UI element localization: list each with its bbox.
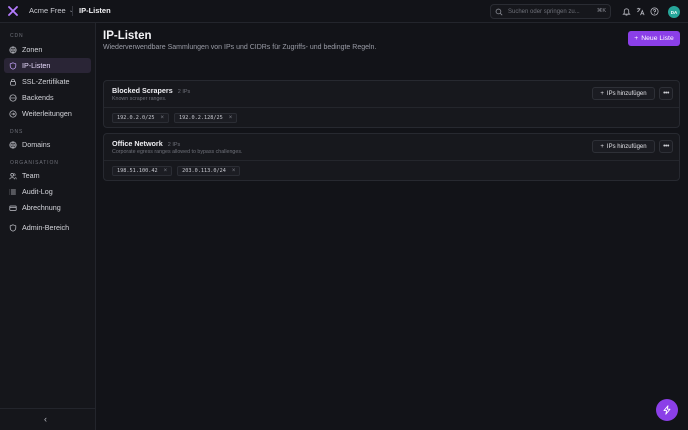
sidebar-item-zonen[interactable]: Zonen — [4, 42, 91, 57]
ip-chip: 192.0.2.0/25 × — [112, 113, 169, 123]
search-input[interactable]: Suchen oder springen zu... ⌘K — [490, 4, 611, 19]
sidebar-item-label: Team — [22, 171, 40, 180]
sidebar-item-label: SSL-Zertifikate — [22, 77, 70, 86]
sidebar-section-dns: DNS — [10, 129, 24, 135]
card-header: Office Network 2 IPs Corporate egress ran… — [104, 134, 679, 161]
org-name: Acme Free — [29, 6, 66, 15]
top-bar: Acme Free ⌄ IP-Listen Suchen oder spring… — [0, 0, 688, 23]
sidebar-item-label: Domains — [22, 140, 51, 149]
more-options-icon[interactable]: ••• — [659, 87, 673, 100]
server-icon — [9, 93, 17, 102]
search-shortcut: ⌘K — [596, 8, 606, 14]
lightning-icon — [663, 405, 671, 415]
sidebar-item-abrechnung[interactable]: Abrechnung — [4, 200, 91, 215]
list-count: 2 IPs — [177, 89, 191, 95]
sidebar-item-ip-listen[interactable]: IP-Listen — [4, 58, 91, 73]
sidebar-item-label: Weiterleitungen — [22, 109, 72, 118]
bell-icon[interactable] — [622, 7, 631, 16]
more-options-icon[interactable]: ••• — [659, 140, 673, 153]
shield-icon — [9, 223, 17, 232]
shield-icon — [9, 61, 17, 70]
list-name: Blocked Scrapers 2 IPs — [112, 86, 190, 95]
globe-icon — [9, 45, 17, 54]
ip-entries: 198.51.100.42 × 203.0.113.0/24 × — [112, 166, 241, 176]
plus-icon: + — [600, 143, 604, 150]
ip-list-card: Office Network 2 IPs Corporate egress ran… — [103, 133, 680, 181]
sidebar-item-admin-bereich[interactable]: Admin-Bereich — [4, 220, 91, 235]
add-ips-button[interactable]: + IPs hinzufügen — [592, 87, 655, 100]
new-list-label: Neue Liste — [641, 35, 674, 42]
translate-icon[interactable] — [636, 7, 645, 16]
list-description: Corporate egress ranges allowed to bypas… — [112, 149, 243, 155]
ip-value: 198.51.100.42 — [117, 168, 158, 174]
new-list-button[interactable]: + Neue Liste — [628, 31, 680, 46]
ip-list-card: Blocked Scrapers 2 IPs Known scraper rang… — [103, 80, 680, 128]
list-icon — [9, 189, 16, 194]
remove-icon[interactable]: × — [160, 115, 164, 121]
page-title: IP-Listen — [103, 30, 152, 42]
card-header: Blocked Scrapers 2 IPs Known scraper rang… — [104, 81, 679, 108]
sidebar-collapse-button[interactable]: ‹ — [0, 408, 96, 430]
sidebar-item-ssl-zertifikate[interactable]: SSL-Zertifikate — [4, 74, 91, 89]
sidebar-item-domains[interactable]: Domains — [4, 137, 91, 152]
remove-icon[interactable]: × — [232, 168, 236, 174]
org-switcher[interactable]: Acme Free ⌄ — [29, 6, 74, 15]
users-icon — [9, 172, 17, 179]
sidebar-section-cdn: CDN — [10, 33, 24, 39]
divider — [72, 6, 73, 16]
sidebar-item-backends[interactable]: Backends — [4, 90, 91, 105]
sidebar-item-weiterleitungen[interactable]: Weiterleitungen — [4, 106, 91, 121]
ip-value: 203.0.113.0/24 — [182, 168, 226, 174]
sidebar-item-label: Zonen — [22, 45, 43, 54]
sidebar-section-organisation: ORGANISATION — [10, 160, 59, 166]
sidebar-item-audit-log[interactable]: Audit-Log — [4, 184, 91, 199]
sidebar-item-label: Admin-Bereich — [22, 223, 70, 232]
sidebar-item-label: Audit-Log — [22, 187, 53, 196]
sidebar-item-label: IP-Listen — [22, 61, 51, 70]
assistant-button[interactable] — [656, 399, 678, 421]
list-name-text: Blocked Scrapers — [112, 86, 173, 95]
card-icon — [9, 205, 17, 211]
sidebar: CDN Zonen IP-Listen SSL-Zertifikate Back… — [0, 23, 96, 430]
sidebar-item-label: Backends — [22, 93, 54, 102]
ip-value: 192.0.2.128/25 — [179, 115, 223, 121]
search-placeholder: Suchen oder springen zu... — [508, 8, 580, 15]
help-icon[interactable] — [650, 7, 659, 16]
list-name-text: Office Network — [112, 139, 163, 148]
page-subtitle: Wiederverwendbare Sammlungen von IPs und… — [103, 44, 377, 51]
add-ips-label: IPs hinzufügen — [606, 143, 647, 150]
redirect-icon — [9, 109, 17, 118]
ip-chip: 192.0.2.128/25 × — [174, 113, 238, 123]
search-icon — [495, 8, 503, 15]
avatar[interactable]: DA — [668, 6, 680, 18]
lock-icon — [10, 78, 16, 86]
plus-icon: + — [634, 35, 639, 42]
sidebar-item-label: Abrechnung — [22, 203, 61, 212]
globe-icon — [9, 140, 17, 149]
list-description: Known scraper ranges. — [112, 96, 167, 102]
remove-icon[interactable]: × — [229, 115, 233, 121]
ip-value: 192.0.2.0/25 — [117, 115, 155, 121]
logo-icon[interactable] — [8, 6, 18, 16]
add-ips-button[interactable]: + IPs hinzufügen — [592, 140, 655, 153]
list-name: Office Network 2 IPs — [112, 139, 180, 148]
add-ips-label: IPs hinzufügen — [606, 90, 647, 97]
plus-icon: + — [600, 90, 604, 97]
sidebar-item-team[interactable]: Team — [4, 168, 91, 183]
remove-icon[interactable]: × — [164, 168, 168, 174]
ip-chip: 203.0.113.0/24 × — [177, 166, 241, 176]
chevron-left-icon: ‹ — [44, 414, 47, 424]
ip-entries: 192.0.2.0/25 × 192.0.2.128/25 × — [112, 113, 238, 123]
breadcrumb: IP-Listen — [79, 6, 111, 15]
list-count: 2 IPs — [167, 142, 181, 148]
ip-chip: 198.51.100.42 × — [112, 166, 173, 176]
